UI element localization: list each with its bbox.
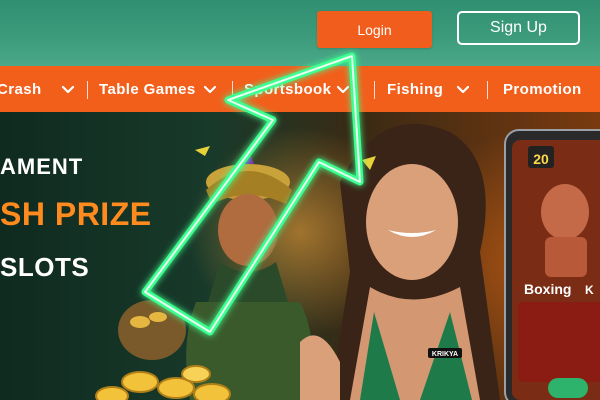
up-right-arrow-icon bbox=[141, 52, 364, 336]
